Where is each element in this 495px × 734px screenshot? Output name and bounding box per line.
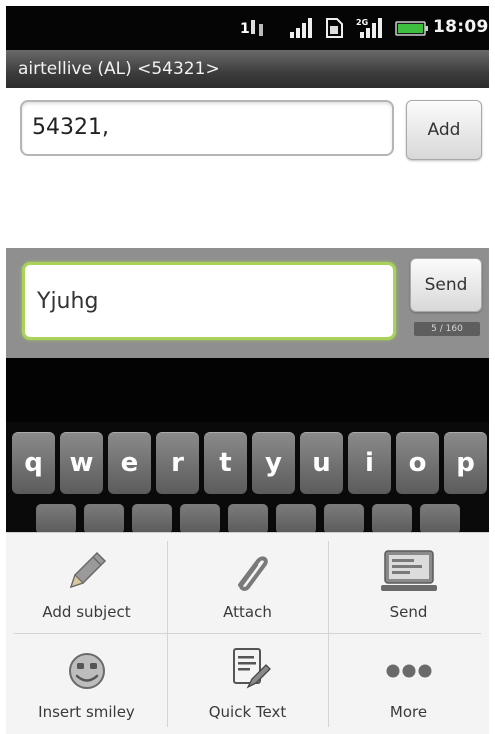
keyboard-key[interactable] (228, 504, 268, 534)
data-transfer-icon: 1 (240, 20, 263, 37)
sd-card-icon (326, 18, 343, 38)
add-recipient-button[interactable]: Add (406, 100, 482, 160)
key-y[interactable]: y (252, 432, 295, 494)
signal-icon (290, 18, 312, 38)
keyboard-key[interactable] (84, 504, 124, 534)
menu-item-attach[interactable]: Attach (167, 533, 328, 633)
menu-item-quick-text[interactable]: Quick Text (167, 633, 328, 733)
menu-item-label: Quick Text (208, 703, 287, 721)
keyboard-key[interactable] (420, 504, 460, 534)
key-u[interactable]: u (300, 432, 343, 494)
menu-item-add-subject[interactable]: Add subject (6, 533, 167, 633)
signal-edge-icon: 2G (356, 18, 382, 38)
paperclip-icon (237, 556, 268, 591)
menu-item-label: Send (389, 603, 428, 621)
keyboard-key[interactable] (180, 504, 220, 534)
key-i[interactable]: i (348, 432, 391, 494)
keyboard-key[interactable] (372, 504, 412, 534)
svg-text:2G: 2G (356, 18, 368, 27)
svg-text:1: 1 (240, 21, 250, 37)
character-counter: 5 / 160 (414, 322, 480, 336)
key-w[interactable]: w (60, 432, 103, 494)
menu-item-send[interactable]: Send (328, 533, 489, 633)
menu-item-label: Insert smiley (38, 703, 135, 721)
key-r[interactable]: r (156, 432, 199, 494)
keyboard-key[interactable] (132, 504, 172, 534)
key-q[interactable]: q (12, 432, 55, 494)
on-screen-keyboard: q w e r t y u i o p (6, 422, 489, 534)
menu-item-insert-smiley[interactable]: Insert smiley (6, 633, 167, 733)
key-t[interactable]: t (204, 432, 247, 494)
key-p[interactable]: p (444, 432, 487, 494)
battery-icon (395, 21, 428, 36)
smiley-icon (68, 653, 105, 689)
menu-item-label: More (389, 703, 428, 721)
conversation-title: airtellive (AL) <54321> (18, 59, 220, 79)
options-menu: Add subject Attach Send Insert smiley Qu… (6, 532, 489, 734)
quick-text-icon (232, 648, 271, 689)
keyboard-key[interactable] (36, 504, 76, 534)
menu-item-label: Attach (223, 603, 272, 621)
recipient-area: 54321, Add (6, 88, 489, 248)
status-bar: 1 2G 18:09 (6, 6, 489, 50)
key-e[interactable]: e (108, 432, 151, 494)
send-message-icon (380, 550, 437, 591)
keyboard-key[interactable] (276, 504, 316, 534)
message-input[interactable]: Yjuhg (22, 262, 396, 340)
key-o[interactable]: o (396, 432, 439, 494)
phone-screen: 1 2G 18:09 airtellive (AL) <54321> 54321… (0, 0, 495, 734)
compose-area: Yjuhg Send 5 / 160 (6, 248, 489, 358)
more-icon (386, 664, 431, 678)
menu-item-more[interactable]: More (328, 633, 489, 733)
menu-item-label: Add subject (42, 603, 131, 621)
keyboard-key[interactable] (324, 504, 364, 534)
status-time: 18:09 (433, 17, 489, 37)
send-button[interactable]: Send (410, 258, 482, 312)
recipient-input[interactable]: 54321, (20, 100, 394, 156)
pencil-icon (69, 551, 106, 589)
conversation-title-bar: airtellive (AL) <54321> (6, 50, 489, 88)
